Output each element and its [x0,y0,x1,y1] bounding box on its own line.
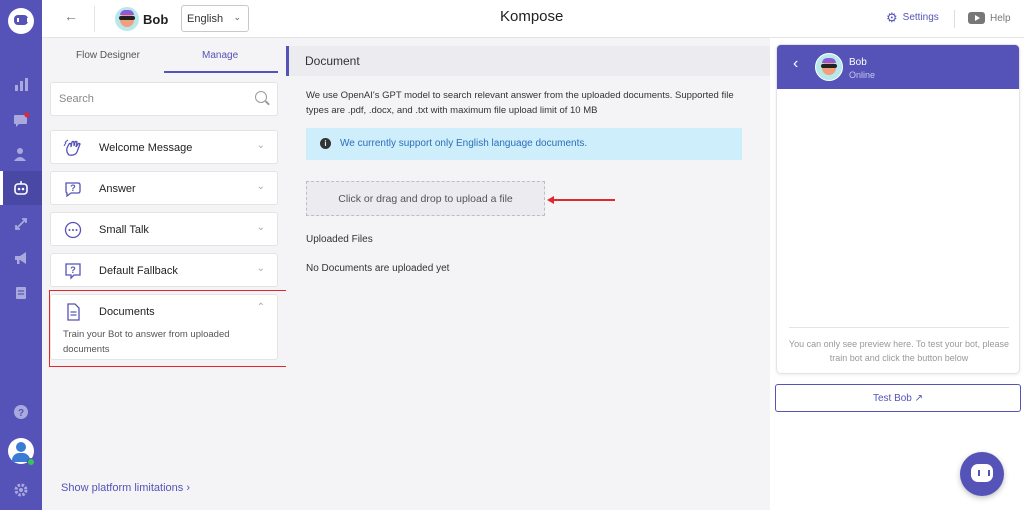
preview-divider [789,327,1009,328]
chevron-down-icon[interactable]: ⌄ [257,222,265,233]
platform-limitations-label: Show platform limitations [61,482,184,494]
list-item-label: Default Fallback [99,265,178,277]
language-select-value: English [187,13,224,25]
question-box-icon: ? [63,261,83,281]
search-icon[interactable] [255,91,267,103]
platform-limitations-link[interactable]: Show platform limitations › [61,482,190,494]
help-label: Help [990,12,1011,24]
active-tab-underline [164,71,278,73]
svg-text:?: ? [70,183,76,193]
integrations-icon[interactable] [11,214,31,234]
list-item-answer[interactable]: ? Answer ⌄ [50,171,278,205]
chevron-down-icon[interactable]: ⌄ [257,140,265,151]
bot-preview-panel: ‹ Bob Online You can only see preview he… [770,38,1024,510]
top-header: ← Bob English ⌄ Kompose ⚙ Settings Help [42,0,1024,38]
list-item-label: Small Talk [99,224,149,236]
pointer-arrow-line [549,199,615,201]
section-title: Document [286,46,770,76]
section-description: We use OpenAI's GPT model to search rele… [306,90,734,116]
panel-tabs: Flow Designer Manage [42,38,286,74]
chat-preview-window: ‹ Bob Online You can only see preview he… [776,44,1020,374]
preview-note: You can only see preview here. To test y… [788,339,1010,363]
list-item-welcome-message[interactable]: Welcome Message ⌄ [50,130,278,164]
chat-dots-icon [63,220,83,240]
left-navigation-rail: ? [0,0,42,510]
reports-icon[interactable] [11,283,31,303]
svg-text:?: ? [18,408,24,419]
back-arrow-icon[interactable]: ← [64,8,78,24]
chevron-down-icon[interactable]: ⌄ [257,181,265,192]
header-divider [94,6,95,32]
conversations-icon[interactable] [11,110,31,130]
document-section: Document We use OpenAI's GPT model to se… [286,38,770,510]
settings-label: Settings [902,12,939,23]
bot-icon[interactable] [11,178,31,198]
chat-question-icon: ? [63,179,83,199]
campaigns-megaphone-icon[interactable] [11,248,31,268]
documents-highlight-box [49,290,288,367]
info-icon: i [320,138,331,149]
search-placeholder: Search [59,93,94,105]
preview-bot-name: Bob [849,57,867,68]
gear-icon: ⚙ [886,10,898,25]
list-item-default-fallback[interactable]: ? Default Fallback ⌄ [50,253,278,287]
uploaded-files-label: Uploaded Files [306,234,373,245]
tab-flow-designer[interactable]: Flow Designer [76,50,140,61]
analytics-icon[interactable] [11,74,31,94]
file-upload-dropzone[interactable]: Click or drag and drop to upload a file [306,181,545,216]
settings-gear-icon[interactable] [11,480,31,500]
language-notice-banner: i We currently support only English lang… [306,128,742,160]
empty-state-message: No Documents are uploaded yet [306,263,450,274]
bot-name: Bob [143,12,169,27]
svg-text:?: ? [70,265,76,275]
chevron-down-icon: ⌄ [233,12,241,22]
notice-text: We currently support only English langua… [340,138,588,149]
chat-launcher-button[interactable] [960,452,1004,496]
list-item-label: Answer [99,183,136,195]
list-item-small-talk[interactable]: Small Talk ⌄ [50,212,278,246]
language-select[interactable]: English ⌄ [181,5,249,32]
tab-manage[interactable]: Manage [202,50,238,61]
online-status-dot [27,458,35,466]
help-circle-icon[interactable]: ? [11,402,31,422]
users-icon[interactable] [11,144,31,164]
chevron-left-icon[interactable]: ‹ [793,55,798,73]
video-play-icon [968,12,985,24]
preview-bot-avatar [815,53,843,81]
bot-avatar [115,7,139,31]
settings-link[interactable]: ⚙ Settings [886,10,939,25]
app-title: Kompose [500,8,564,25]
chevron-down-icon[interactable]: ⌄ [257,263,265,274]
preview-bot-status: Online [849,70,876,80]
header-divider-right [954,10,955,28]
bot-manage-panel: Flow Designer Manage Search Welcome Mess… [42,38,286,510]
kommunicate-logo-icon[interactable] [8,8,34,34]
test-bot-button-label: Test Bob [872,393,912,404]
search-input[interactable]: Search [50,82,278,116]
chat-preview-header: ‹ Bob Online [777,45,1019,89]
test-bot-button[interactable]: Test Bob ↗ [775,384,1021,412]
external-link-icon: ↗ [914,393,924,404]
list-item-label: Welcome Message [99,142,193,154]
waving-hand-icon [63,138,83,158]
help-link[interactable]: Help [968,12,1011,24]
